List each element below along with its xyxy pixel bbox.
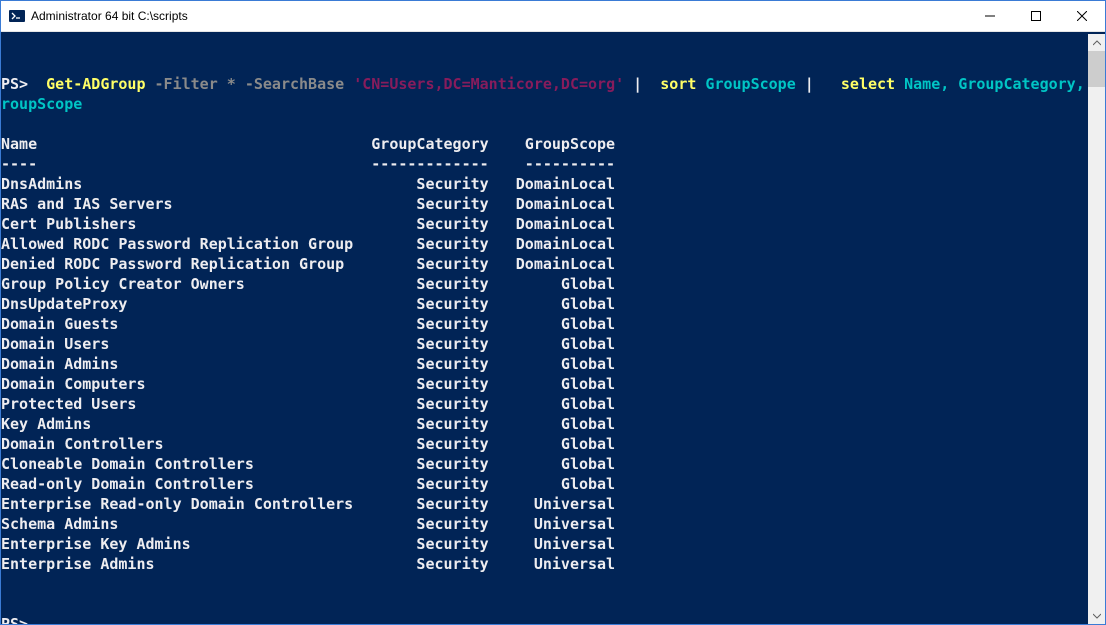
table-header: Name GroupCategory GroupScope [1,134,1088,154]
table-row: Domain Controllers Security Global [1,434,1088,454]
command-line: PS> Get-ADGroup -Filter * -SearchBase 'C… [1,74,1088,94]
blank-line [1,114,1088,134]
vertical-scrollbar[interactable] [1088,34,1105,624]
titlebar[interactable]: Administrator 64 bit C:\scripts [1,1,1105,32]
cmdlet: Get-ADGroup [46,75,145,93]
table-row: RAS and IAS Servers Security DomainLocal [1,194,1088,214]
maximize-icon [1031,11,1041,21]
prompt-line[interactable]: PS> [1,614,1088,624]
table-row: Enterprise Read-only Domain Controllers … [1,494,1088,514]
scroll-down-button[interactable] [1088,607,1105,624]
table-divider: ---- ------------- ---------- [1,154,1088,174]
table-row: Group Policy Creator Owners Security Glo… [1,274,1088,294]
blank-line [1,574,1088,594]
table-row: Protected Users Security Global [1,394,1088,414]
table-row: Read-only Domain Controllers Security Gl… [1,474,1088,494]
scrollbar-thumb[interactable] [1088,51,1105,87]
scroll-up-button[interactable] [1088,34,1105,51]
close-icon [1077,11,1087,21]
prompt: PS> [1,75,28,93]
table-row: Cert Publishers Security DomainLocal [1,214,1088,234]
powershell-icon [9,8,25,24]
table-row: Denied RODC Password Replication Group S… [1,254,1088,274]
minimize-button[interactable] [967,1,1013,31]
table-row: Key Admins Security Global [1,414,1088,434]
minimize-icon [985,11,995,21]
table-row: Domain Guests Security Global [1,314,1088,334]
table-row: Domain Computers Security Global [1,374,1088,394]
blank-line [1,594,1088,614]
close-button[interactable] [1059,1,1105,31]
table-row: Cloneable Domain Controllers Security Gl… [1,454,1088,474]
window-title: Administrator 64 bit C:\scripts [31,9,188,23]
console[interactable]: PS> Get-ADGroup -Filter * -SearchBase 'C… [1,34,1088,624]
command-line-wrap: roupScope [1,94,1088,114]
chevron-up-icon [1093,39,1101,47]
table-row: Enterprise Admins Security Universal [1,554,1088,574]
table-row: Schema Admins Security Universal [1,514,1088,534]
scrollbar-track[interactable] [1088,51,1105,607]
powershell-window: Administrator 64 bit C:\scripts PS> Get-… [0,0,1106,625]
maximize-button[interactable] [1013,1,1059,31]
searchbase-value: 'CN=Users,DC=Manticore,DC=org' [353,75,624,93]
table-row: Domain Admins Security Global [1,354,1088,374]
table-row: Domain Users Security Global [1,334,1088,354]
table-row: Allowed RODC Password Replication Group … [1,234,1088,254]
table-row: DnsAdmins Security DomainLocal [1,174,1088,194]
client-area: PS> Get-ADGroup -Filter * -SearchBase 'C… [1,32,1105,624]
chevron-down-icon [1093,612,1101,620]
table-row: DnsUpdateProxy Security Global [1,294,1088,314]
table-row: Enterprise Key Admins Security Universal [1,534,1088,554]
